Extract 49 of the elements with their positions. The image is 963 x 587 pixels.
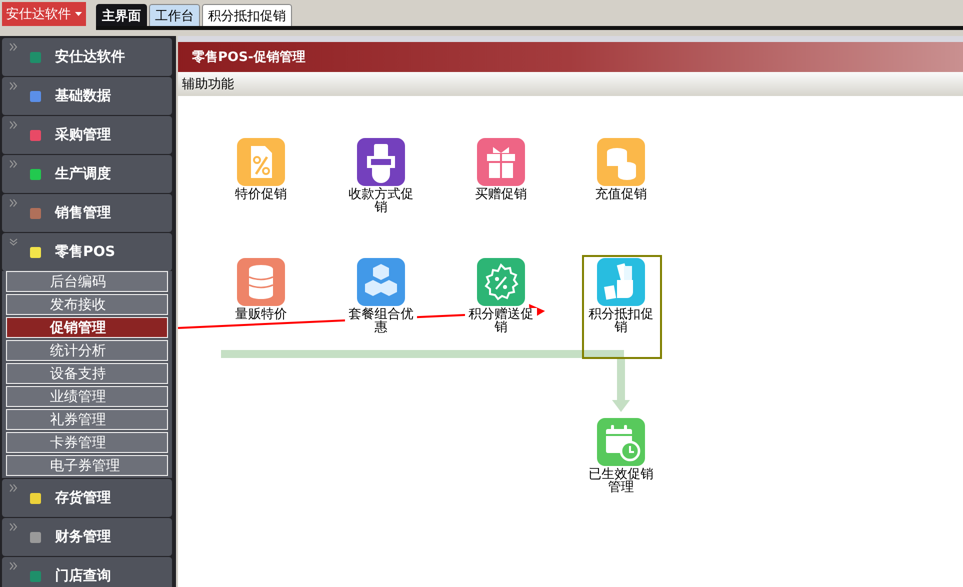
submenu-item[interactable]: 电子券管理 (6, 455, 168, 476)
submenu-item[interactable]: 统计分析 (6, 340, 168, 361)
chevron-right-icon (9, 121, 18, 129)
sidebar-label: 生产调度 (55, 165, 111, 183)
submenu-item[interactable]: 业绩管理 (6, 386, 168, 407)
section-header: 辅助功能 (178, 72, 963, 96)
sidebar-label: 安仕达软件 (55, 48, 125, 66)
submenu-item[interactable]: 促销管理 (6, 317, 168, 338)
sidebar-item[interactable]: 存货管理 (2, 479, 172, 517)
sidebar-label: 销售管理 (55, 204, 111, 222)
down-arrow (612, 358, 630, 414)
sidebar-label: 存货管理 (55, 489, 111, 507)
tab[interactable]: 积分抵扣促销 (202, 4, 292, 26)
sidebar-item[interactable]: 基础数据 (2, 77, 172, 115)
sidebar-label: 零售POS (55, 243, 116, 261)
chevron-right-icon (9, 562, 18, 570)
function-icon[interactable] (477, 138, 525, 186)
chevron-down-icon (9, 238, 18, 246)
sidebar-label: 门店查询 (55, 567, 111, 585)
function-label[interactable]: 套餐组合优惠 (345, 308, 417, 334)
submenu-item[interactable]: 发布接收 (6, 294, 168, 315)
function-icon[interactable] (357, 258, 405, 306)
submenu-item[interactable]: 设备支持 (6, 363, 168, 384)
chevron-right-icon (9, 43, 18, 51)
chevron-right-icon (9, 82, 18, 90)
sidebar-item[interactable]: 零售POS (2, 233, 172, 271)
sidebar-label: 财务管理 (55, 528, 111, 546)
chevron-right-icon (9, 199, 18, 207)
tab[interactable]: 主界面 (96, 4, 147, 26)
submenu-item[interactable]: 后台编码 (6, 271, 168, 292)
sidebar-item[interactable]: 生产调度 (2, 155, 172, 193)
sidebar-item[interactable]: 销售管理 (2, 194, 172, 232)
submenu-item[interactable]: 礼券管理 (6, 409, 168, 430)
caret-icon (75, 12, 82, 16)
sidebar-item[interactable]: 安仕达软件 (2, 38, 172, 76)
sidebar-item[interactable]: 门店查询 (2, 557, 172, 587)
tab[interactable]: 工作台 (149, 4, 200, 26)
panel-title: 零售POS-促销管理 (178, 42, 963, 72)
sidebar-label: 采购管理 (55, 126, 111, 144)
sidebar-label: 基础数据 (55, 87, 111, 105)
submenu-item[interactable]: 卡券管理 (6, 432, 168, 453)
sidebar-item[interactable]: 采购管理 (2, 116, 172, 154)
sidebar-item[interactable]: 财务管理 (2, 518, 172, 556)
function-label[interactable]: 积分赠送促销 (465, 308, 537, 334)
chevron-right-icon (9, 160, 18, 168)
chevron-right-icon (9, 523, 18, 531)
chevron-right-icon (9, 484, 18, 492)
function-icon[interactable] (357, 138, 405, 186)
app-menu-button[interactable]: 安仕达软件 (2, 2, 86, 26)
